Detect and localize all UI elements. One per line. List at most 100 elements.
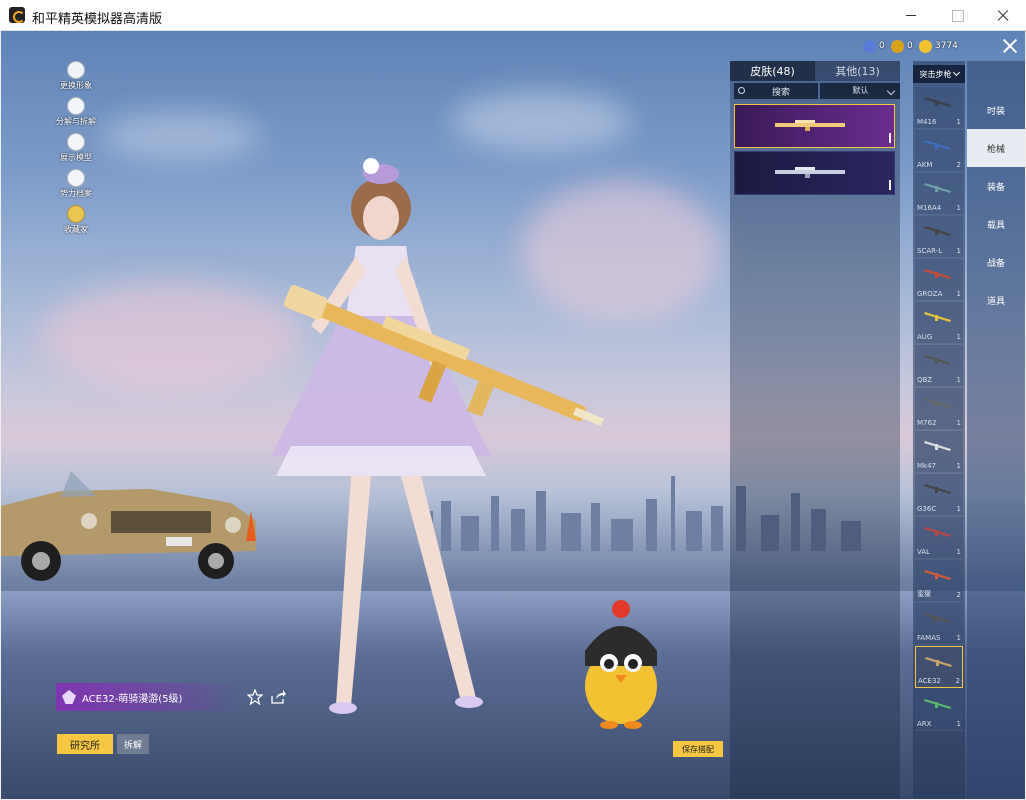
weapon-count: 1 [956, 290, 961, 298]
weapon-count: 1 [956, 118, 961, 126]
currency-globe[interactable]: 0 [863, 39, 885, 53]
skin-card[interactable] [734, 151, 895, 195]
weapon-item-arx[interactable]: ARX 1 [915, 689, 963, 731]
rifle-icon [925, 657, 952, 667]
side-item-collector[interactable]: 收藏家 [51, 205, 101, 235]
skin-level-bar [889, 133, 891, 143]
weapon-item-scarl[interactable]: SCAR-L 1 [915, 216, 963, 258]
skin-sort-dropdown[interactable]: 默认 [820, 83, 900, 99]
weapon-item-akm[interactable]: AKM 2 [915, 130, 963, 172]
rifle-icon [924, 140, 951, 150]
weapon-type-dropdown[interactable]: 突击步枪 [913, 65, 965, 83]
favorite-star-icon[interactable] [247, 689, 263, 705]
selected-skin-name: ACE32-萌骑漫游(5级) [82, 693, 183, 705]
rifle-icon [924, 183, 951, 193]
category-tab-5[interactable]: 道具 [967, 281, 1025, 319]
weapon-name: 蜜獾 [917, 590, 931, 598]
category-tab-3[interactable]: 载具 [967, 205, 1025, 243]
weapon-count: 1 [956, 462, 961, 470]
currency-value: 3774 [935, 41, 958, 51]
weapon-type-label: 突击步枪 [919, 69, 952, 79]
save-outfit-button[interactable]: 保存搭配 [673, 741, 723, 757]
category-tab-2[interactable]: 装备 [967, 167, 1025, 205]
category-tab-4[interactable]: 战备 [967, 243, 1025, 281]
side-menu: 更换形象 分解与拆解 展示模型 势力档案 收藏家 [51, 61, 101, 241]
selected-skin-bar: ACE32-萌骑漫游(5级) [56, 683, 241, 711]
weapon-count: 1 [956, 720, 961, 728]
weapon-count: 1 [956, 419, 961, 427]
weapon-item-m416[interactable]: M416 1 [915, 87, 963, 129]
skin-panel: 皮肤(48) 其他(13) 搜索 默认 [730, 61, 900, 799]
puzzle-icon [67, 97, 85, 115]
window-titlebar: 和平精英模拟器高清版 [0, 0, 1026, 31]
weapon-name: VAL [917, 548, 931, 556]
cloud [451, 91, 631, 151]
minimize-button[interactable] [888, 0, 934, 31]
category-tab-1[interactable]: 枪械 [967, 129, 1025, 167]
tab-skins[interactable]: 皮肤(48) [730, 61, 815, 81]
rifle-icon [924, 312, 951, 322]
weapon-count: 1 [956, 376, 961, 384]
weapon-item-g36c[interactable]: G36C 1 [915, 474, 963, 516]
legendary-gem-icon [62, 690, 76, 704]
weapon-item-ace32[interactable]: ACE32 2 [915, 646, 963, 688]
window-title: 和平精英模拟器高清版 [32, 12, 163, 27]
weapon-item-groza[interactable]: GROZA 1 [915, 259, 963, 301]
weapon-name: ARX [917, 720, 932, 728]
side-item-dismantle[interactable]: 分解与拆解 [51, 97, 101, 127]
weapon-item-mk47[interactable]: Mk47 1 [915, 431, 963, 473]
weapon-count: 1 [956, 333, 961, 341]
skin-search-field[interactable]: 搜索 [734, 83, 819, 99]
weapon-count: 1 [956, 548, 961, 556]
game-viewport: 更换形象 分解与拆解 展示模型 势力档案 收藏家 0 0 3774 皮肤(48)… [1, 31, 1025, 799]
skin-filter-row: 搜索 默认 [730, 83, 900, 101]
weapon-name: GROZA [917, 290, 943, 298]
side-item-faction-archive[interactable]: 势力档案 [51, 169, 101, 199]
close-icon[interactable] [1001, 37, 1019, 55]
close-window-button[interactable] [980, 0, 1026, 31]
weapon-item-qbz[interactable]: QBZ 1 [915, 345, 963, 387]
chick-pet [585, 600, 657, 729]
skin-level-bar [889, 180, 891, 190]
weapon-name: SCAR-L [917, 247, 943, 255]
search-icon [738, 87, 745, 94]
weapon-count: 1 [956, 204, 961, 212]
weapon-item-m762[interactable]: M762 1 [915, 388, 963, 430]
currency-shield[interactable]: 3774 [919, 39, 958, 53]
weapon-item-[interactable]: 蜜獾 2 [915, 560, 963, 602]
rifle-icon [924, 355, 951, 365]
weapon-item-val[interactable]: VAL 1 [915, 517, 963, 559]
maximize-button[interactable] [934, 0, 980, 31]
rifle-icon [924, 441, 951, 451]
weapon-panel: 突击步枪 M416 1 AKM 2 M16A4 1 SCAR-L 1 GROZA 1 AUG 1 QBZ… [913, 61, 965, 799]
rifle-icon [924, 226, 951, 236]
research-button[interactable]: 研究所 [57, 734, 113, 754]
side-item-label: 分解与拆解 [56, 117, 96, 126]
app-icon [9, 7, 25, 23]
side-item-label: 展示模型 [60, 153, 92, 162]
gold-rifle-skin-icon [775, 120, 845, 131]
dismantle-button[interactable]: 拆解 [117, 734, 149, 754]
currency-value: 0 [907, 41, 913, 51]
weapon-item-m16a4[interactable]: M16A4 1 [915, 173, 963, 215]
globe-coin-icon [863, 39, 876, 53]
weapon-item-famas[interactable]: FAMAS 1 [915, 603, 963, 645]
weapon-name: ACE32 [918, 677, 941, 685]
weapon-name: M762 [917, 419, 937, 427]
skin-tabs: 皮肤(48) 其他(13) [730, 61, 900, 81]
share-icon[interactable] [270, 689, 286, 705]
side-item-change-look[interactable]: 更换形象 [51, 61, 101, 91]
tab-others[interactable]: 其他(13) [815, 61, 900, 81]
side-item-display-model[interactable]: 展示模型 [51, 133, 101, 163]
silver-rifle-skin-icon [775, 167, 845, 178]
convertible-car [1, 471, 256, 581]
person-icon [67, 61, 85, 79]
rifle-icon [924, 269, 951, 279]
weapon-item-aug[interactable]: AUG 1 [915, 302, 963, 344]
side-item-label: 收藏家 [64, 225, 88, 234]
skin-card-selected[interactable] [734, 104, 895, 148]
currency-medal[interactable]: 0 [891, 39, 913, 53]
category-tab-0[interactable]: 时装 [967, 91, 1025, 129]
shield-coin-icon [919, 39, 932, 53]
chevron-down-icon [886, 86, 896, 96]
